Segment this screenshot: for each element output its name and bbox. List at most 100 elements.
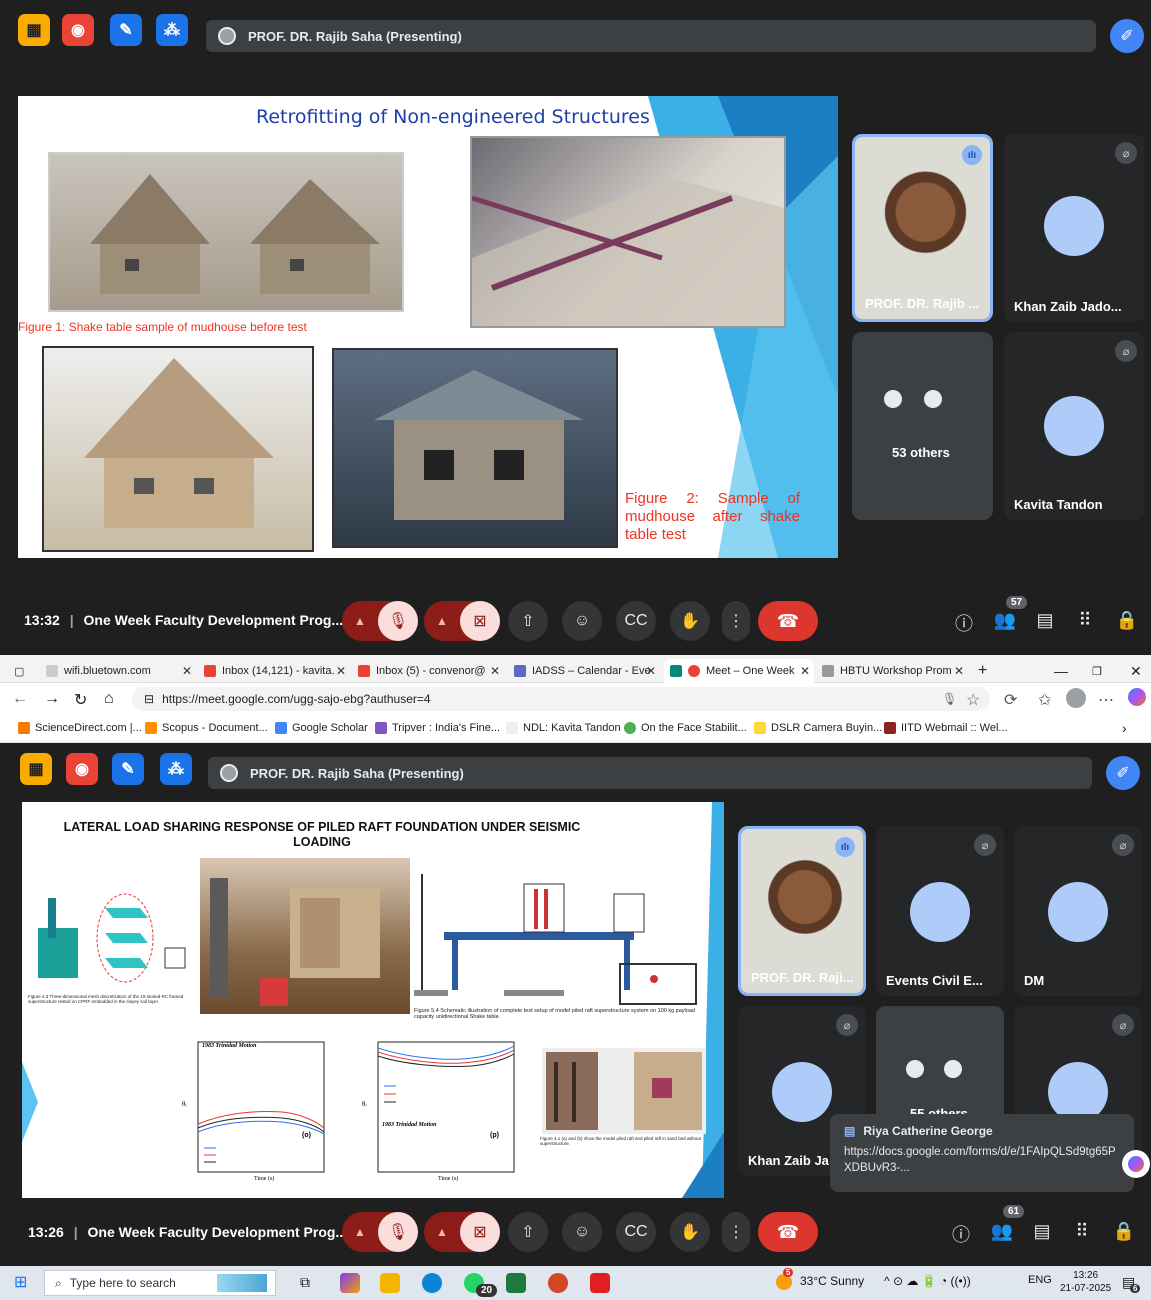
bookmark-item[interactable]: On the Face Stabilit... (624, 722, 747, 734)
browser-tab-active[interactable]: Meet – One Week ✕ (664, 659, 814, 683)
participant-tile[interactable]: ⌀ Events Civil E... (876, 826, 1004, 996)
leave-call-button[interactable]: ☎ (758, 1212, 818, 1252)
url-field[interactable]: ⊟ https://meet.google.com/ugg-sajo-ebg?a… (132, 687, 990, 711)
info-icon[interactable]: ⓘ (952, 610, 976, 636)
site-info-icon[interactable]: ⊟ (144, 692, 154, 706)
caption-off-icon[interactable]: ▦ (18, 14, 50, 46)
magic-pen-icon[interactable]: ✐ (1110, 19, 1144, 53)
bookmark-item[interactable]: Google Scholar (275, 722, 368, 734)
emoji-icon[interactable]: ☺ (562, 1212, 602, 1252)
camera-off-icon[interactable]: ⊠ (460, 601, 500, 641)
more-options-icon[interactable]: ⋮ (722, 1212, 750, 1252)
host-controls-icon[interactable]: 🔒 (1115, 610, 1139, 631)
notes-icon[interactable]: ✎ (112, 753, 144, 785)
participant-tile[interactable]: ⌀ DM (1014, 826, 1142, 996)
browser-tab[interactable]: Inbox (14,121) - kavita. ✕ (204, 659, 350, 683)
excel-icon[interactable] (506, 1273, 526, 1293)
raise-hand-icon[interactable]: ✋ (670, 1212, 710, 1252)
system-tray-icons[interactable]: ^ ⊙ ☁ 🔋 ◔ ((•)) (884, 1274, 971, 1288)
breakout-icon[interactable]: ⁂ (156, 14, 188, 46)
extensions-icon[interactable]: ⟳ (1004, 690, 1017, 710)
favorites-icon[interactable]: ✩ (1038, 690, 1051, 710)
mic-icon[interactable]: 🎙 (942, 692, 957, 706)
camera-control[interactable]: ▲ ⊠ (424, 601, 500, 641)
record-icon[interactable]: ◉ (66, 753, 98, 785)
language-indicator[interactable]: ENG (1028, 1274, 1052, 1286)
info-icon[interactable]: ⓘ (949, 1221, 973, 1247)
captions-icon[interactable]: CC (616, 1212, 656, 1252)
forward-icon[interactable]: → (44, 690, 60, 708)
powerpoint-icon[interactable] (548, 1273, 568, 1293)
camera-off-icon[interactable]: ⊠ (460, 1212, 500, 1252)
chat-icon[interactable]: ▤ (1033, 610, 1057, 631)
close-icon[interactable]: ✕ (954, 664, 964, 678)
activities-icon[interactable]: ⠿ (1073, 610, 1097, 631)
chat-message[interactable]: https://docs.google.com/forms/d/e/1FAIpQ… (844, 1144, 1120, 1176)
people-icon[interactable]: 👥 (993, 610, 1017, 631)
task-view-icon[interactable]: ⧉ (300, 1274, 310, 1291)
emoji-icon[interactable]: ☺ (562, 601, 602, 641)
others-tile[interactable]: 53 others (852, 332, 993, 520)
star-icon[interactable]: ☆ (966, 690, 980, 710)
more-options-icon[interactable]: ⋮ (722, 601, 750, 641)
captions-icon[interactable]: CC (616, 601, 656, 641)
chevron-up-icon[interactable]: ▲ (342, 1225, 378, 1239)
minimize-icon[interactable]: — (1054, 659, 1074, 683)
mic-off-icon[interactable]: 🎙 (378, 1212, 418, 1252)
bookmark-item[interactable]: Scopus - Document... (145, 722, 268, 734)
browser-tab[interactable]: wifi.bluetown.com ✕ (46, 659, 196, 683)
participant-tile[interactable]: ıIı PROF. DR. Rajib ... (852, 134, 993, 322)
raise-hand-icon[interactable]: ✋ (670, 601, 710, 641)
present-screen-icon[interactable]: ⇧ (508, 1212, 548, 1252)
participant-tile[interactable]: ⌀ Khan Zaib Jado... (1004, 134, 1145, 322)
participant-tile[interactable]: ıIı PROF. DR. Raji... (738, 826, 866, 996)
chat-notification-popup[interactable]: ▤ Riya Catherine George https://docs.goo… (830, 1114, 1134, 1192)
bookmark-item[interactable]: IITD Webmail :: Wel... (884, 722, 1008, 734)
chat-icon[interactable]: ▤ (1030, 1221, 1054, 1242)
bookmark-item[interactable]: Tripver : India's Fine... (375, 722, 500, 734)
taskbar-search-box[interactable]: ⌕ Type here to search (44, 1270, 276, 1296)
home-icon[interactable]: ⌂ (104, 690, 114, 708)
notes-icon[interactable]: ✎ (110, 14, 142, 46)
more-icon[interactable]: ⋯ (1098, 690, 1114, 710)
profile-avatar[interactable] (1066, 688, 1086, 708)
mic-control[interactable]: ▲ 🎙 (342, 1212, 418, 1252)
copilot-app-icon[interactable] (340, 1273, 360, 1293)
acrobat-icon[interactable] (590, 1273, 610, 1293)
mic-off-icon[interactable]: 🎙 (378, 601, 418, 641)
edge-icon[interactable] (422, 1273, 442, 1293)
bookmark-item[interactable]: ScienceDirect.com |... (18, 722, 142, 734)
close-icon[interactable]: ✕ (800, 664, 810, 678)
tab-actions-icon[interactable]: ▢ (14, 659, 34, 683)
bookmark-item[interactable]: DSLR Camera Buyin... (754, 722, 882, 734)
windows-start-icon[interactable]: ⊞ (14, 1272, 27, 1292)
browser-tab[interactable]: Inbox (5) - convenor@ ✕ (358, 659, 504, 683)
record-icon[interactable]: ◉ (62, 14, 94, 46)
copilot-icon[interactable] (1128, 688, 1146, 706)
magic-pen-icon[interactable]: ✐ (1106, 756, 1140, 790)
close-icon[interactable]: ✕ (182, 664, 192, 678)
copilot-floating-button[interactable] (1122, 1150, 1150, 1178)
chevron-right-icon[interactable]: › (1122, 720, 1127, 736)
close-icon[interactable]: ✕ (490, 664, 500, 678)
leave-call-button[interactable]: ☎ (758, 601, 818, 641)
presenting-banner[interactable]: PROF. DR. Rajib Saha (Presenting) (206, 20, 1096, 52)
file-explorer-icon[interactable] (380, 1273, 400, 1293)
host-controls-icon[interactable]: 🔒 (1112, 1221, 1136, 1242)
activities-icon[interactable]: ⠿ (1070, 1221, 1094, 1242)
chevron-up-icon[interactable]: ▲ (342, 614, 378, 628)
close-window-icon[interactable]: ✕ (1130, 659, 1150, 683)
close-icon[interactable]: ✕ (336, 664, 346, 678)
chevron-up-icon[interactable]: ▲ (424, 614, 460, 628)
browser-tab[interactable]: IADSS – Calendar - Eve ✕ (514, 659, 660, 683)
mic-control[interactable]: ▲ 🎙 (342, 601, 418, 641)
reload-icon[interactable]: ↻ (74, 690, 87, 710)
caption-off-icon[interactable]: ▦ (20, 753, 52, 785)
restore-icon[interactable]: ❐ (1092, 659, 1112, 683)
breakout-icon[interactable]: ⁂ (160, 753, 192, 785)
bookmark-item[interactable]: NDL: Kavita Tandon (506, 722, 621, 734)
weather-text[interactable]: 33°C Sunny (800, 1274, 864, 1288)
taskbar-clock[interactable]: 13:26 21-07-2025 (1060, 1269, 1111, 1295)
people-icon[interactable]: 👥 (990, 1221, 1014, 1242)
presenting-banner[interactable]: PROF. DR. Rajib Saha (Presenting) (208, 757, 1092, 789)
